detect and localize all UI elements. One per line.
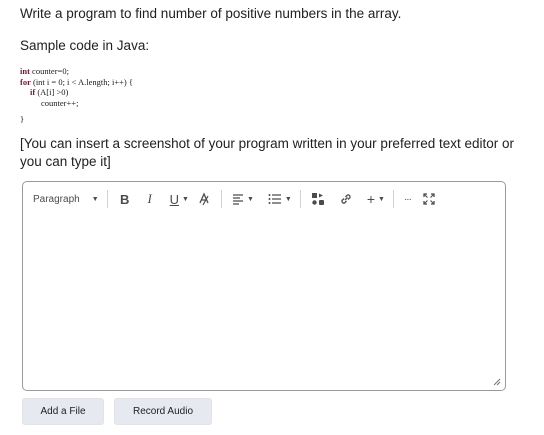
chevron-down-icon: ▼ bbox=[91, 195, 99, 203]
code-line: if (A[i] >0) bbox=[30, 87, 69, 97]
insert-media-button[interactable] bbox=[311, 189, 325, 209]
link-icon bbox=[341, 194, 351, 204]
sample-label: Sample code in Java: bbox=[20, 38, 150, 53]
more-actions-button[interactable]: ··· bbox=[404, 189, 412, 209]
sample-code: int counter=0; for (int i = 0; i < A.len… bbox=[20, 66, 133, 125]
chevron-down-icon: ▼ bbox=[284, 195, 292, 203]
resize-handle-icon[interactable] bbox=[491, 376, 501, 386]
toolbar-divider bbox=[299, 190, 301, 208]
insert-button[interactable]: + ▼ bbox=[367, 189, 385, 209]
chevron-down-icon: ▼ bbox=[378, 195, 385, 203]
media-icon bbox=[311, 193, 324, 205]
code-line: } bbox=[20, 114, 25, 124]
editor-content-area[interactable] bbox=[23, 216, 505, 390]
instructions-line-2: you can type it] bbox=[20, 154, 111, 169]
code-line: for (int i = 0; i < A.length; i++) { bbox=[20, 76, 133, 87]
bold-button[interactable]: B bbox=[118, 189, 132, 209]
align-button[interactable]: ▼ bbox=[232, 189, 254, 209]
expand-icon bbox=[423, 193, 435, 205]
record-audio-button[interactable]: Record Audio bbox=[114, 398, 212, 425]
instructions-line-1: [You can insert a screenshot of your pro… bbox=[20, 136, 514, 151]
underline-label: U bbox=[169, 191, 180, 207]
align-left-icon bbox=[232, 194, 243, 205]
editor-toolbar: Paragraph ▼ B I U ▼ ▼ ▼ + ▼ ··· bbox=[23, 182, 505, 216]
paragraph-format-label: Paragraph bbox=[33, 193, 80, 205]
rich-text-editor: Paragraph ▼ B I U ▼ ▼ ▼ + ▼ ··· bbox=[22, 181, 506, 391]
question-prompt: Write a program to find number of positi… bbox=[20, 6, 402, 21]
text-color-icon bbox=[199, 192, 209, 206]
plus-icon: + bbox=[366, 191, 376, 207]
code-line: counter++; bbox=[41, 97, 79, 108]
fullscreen-button[interactable] bbox=[423, 189, 435, 209]
italic-button[interactable]: I bbox=[144, 189, 156, 209]
code-line: int counter=0; bbox=[20, 66, 69, 76]
chevron-down-icon: ▼ bbox=[182, 195, 189, 203]
insert-link-button[interactable] bbox=[339, 189, 353, 209]
toolbar-divider bbox=[106, 190, 108, 208]
bulleted-list-icon bbox=[268, 194, 281, 204]
list-button[interactable]: ▼ bbox=[268, 189, 292, 209]
add-file-button[interactable]: Add a File bbox=[22, 398, 104, 425]
toolbar-divider bbox=[392, 190, 394, 208]
toolbar-divider bbox=[220, 190, 222, 208]
paragraph-format-select[interactable]: Paragraph ▼ bbox=[33, 189, 99, 209]
underline-button[interactable]: U ▼ bbox=[170, 189, 189, 209]
chevron-down-icon: ▼ bbox=[246, 195, 254, 203]
text-color-button[interactable] bbox=[197, 189, 211, 209]
